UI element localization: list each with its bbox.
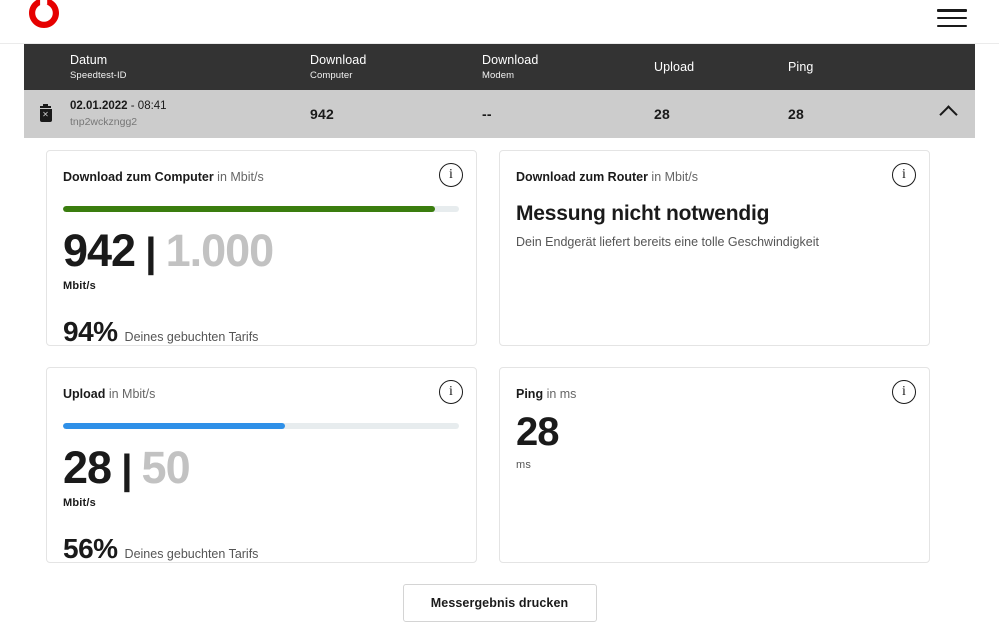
hamburger-line — [937, 24, 967, 27]
chevron-up-icon — [938, 104, 958, 124]
row-datum-cell: 02.01.2022 - 08:41 tnp2wckzngg2 — [70, 99, 310, 129]
card-title-bold: Ping — [516, 387, 544, 401]
card-title-bold: Download zum Computer — [63, 170, 214, 184]
info-icon-glyph: i — [449, 167, 453, 182]
router-headline: Messung nicht notwendig — [516, 202, 770, 225]
vodafone-logo-icon[interactable] — [22, 0, 66, 36]
value-separator: | — [145, 229, 157, 275]
ping-value: 28 — [516, 410, 560, 454]
progress-fill — [63, 423, 285, 429]
row-time-value: 08:41 — [137, 100, 167, 112]
info-icon[interactable]: i — [892, 380, 916, 404]
card-upload: Upload in Mbit/s i 28 | 50 Mbit/s 56% De… — [46, 367, 477, 565]
table-row[interactable]: ✕ 02.01.2022 - 08:41 tnp2wckzngg2 942 --… — [24, 90, 975, 138]
tariff-max-value: 50 — [141, 442, 191, 493]
row-speedtest-id: tnp2wckzngg2 — [70, 116, 138, 128]
card-download-router: Download zum Router in Mbit/s i Messung … — [499, 150, 930, 346]
hamburger-line — [937, 16, 967, 20]
card-download-computer: Download zum Computer in Mbit/s i 942 | … — [46, 150, 477, 348]
table-header-download-computer: Download Computer — [310, 53, 482, 82]
tariff-max-value: 1.000 — [165, 225, 275, 276]
router-subline: Dein Endgerät liefert bereits eine tolle… — [516, 235, 819, 249]
results-card-grid: Download zum Computer in Mbit/s i 942 | … — [0, 138, 999, 565]
table-header-ping: Ping — [788, 60, 922, 74]
delete-result-button[interactable]: ✕ — [24, 103, 70, 123]
hamburger-menu-icon[interactable] — [937, 7, 967, 29]
column-subtitle: Speedtest-ID — [70, 69, 127, 81]
upload-progress-bar — [63, 423, 459, 429]
table-header-download-modem: Download Modem — [482, 53, 654, 82]
column-title: Upload — [654, 60, 695, 74]
row-date: 02.01.2022 - 08:41 — [70, 99, 310, 114]
info-icon-glyph: i — [902, 167, 906, 182]
download-computer-percent-line: 94% Deines gebuchten Tarifs — [63, 316, 460, 348]
measured-value: 28 — [63, 442, 112, 493]
collapse-row-button[interactable] — [922, 103, 974, 126]
row-ping: 28 — [788, 106, 804, 122]
print-result-button[interactable]: Messergebnis drucken — [402, 584, 597, 622]
row-date-value: 02.01.2022 — [70, 100, 128, 112]
card-ping: Ping in ms i 28 ms — [499, 367, 930, 563]
info-icon-glyph: i — [902, 384, 906, 399]
table-header-upload: Upload — [654, 60, 788, 74]
table-header-datum: Datum Speedtest-ID — [70, 53, 310, 82]
row-upload: 28 — [654, 106, 670, 122]
table-header-row: Datum Speedtest-ID Download Computer Dow… — [24, 44, 975, 90]
card-title-unit: in ms — [543, 387, 577, 401]
row-download-modem: -- — [482, 106, 492, 122]
value-separator: | — [121, 446, 133, 492]
info-icon[interactable]: i — [892, 163, 916, 187]
row-download-computer: 942 — [310, 106, 334, 122]
value-unit: Mbit/s — [63, 497, 96, 509]
card-title-unit: in Mbit/s — [105, 387, 156, 401]
info-icon-glyph: i — [449, 384, 453, 399]
column-title: Datum — [70, 52, 108, 67]
measured-value: 942 — [63, 225, 136, 276]
column-subtitle: Modem — [482, 69, 515, 81]
card-title-unit: in Mbit/s — [647, 170, 698, 184]
results-table: Datum Speedtest-ID Download Computer Dow… — [24, 44, 975, 138]
column-subtitle: Computer — [310, 69, 353, 81]
progress-fill — [63, 206, 436, 212]
ping-unit: ms — [516, 459, 532, 471]
download-computer-value-line: 942 | 1.000 — [63, 228, 460, 273]
column-title: Ping — [788, 60, 814, 74]
percent-value: 94% — [63, 316, 118, 347]
card-title: Upload in Mbit/s — [63, 386, 460, 402]
card-title-bold: Upload — [63, 387, 106, 401]
column-title: Download — [310, 52, 367, 67]
info-icon[interactable]: i — [439, 163, 463, 187]
footer: Messergebnis drucken — [0, 563, 999, 622]
percent-value: 56% — [63, 533, 118, 564]
card-title-bold: Download zum Router — [516, 170, 648, 184]
top-bar — [0, 0, 999, 44]
info-icon[interactable]: i — [439, 380, 463, 404]
percent-label: Deines gebuchten Tarifs — [124, 547, 259, 561]
download-computer-progress-bar — [63, 206, 459, 212]
card-title-unit: in Mbit/s — [213, 170, 264, 184]
hamburger-line — [937, 9, 967, 12]
trash-icon: ✕ — [38, 103, 53, 123]
card-title: Download zum Router in Mbit/s — [516, 169, 913, 185]
percent-label: Deines gebuchten Tarifs — [124, 330, 259, 344]
column-title: Download — [482, 52, 539, 67]
upload-percent-line: 56% Deines gebuchten Tarifs — [63, 533, 460, 565]
value-unit: Mbit/s — [63, 280, 96, 292]
card-title: Ping in ms — [516, 386, 913, 402]
card-title: Download zum Computer in Mbit/s — [63, 169, 460, 185]
upload-value-line: 28 | 50 — [63, 445, 460, 490]
row-date-separator: - — [130, 100, 138, 112]
